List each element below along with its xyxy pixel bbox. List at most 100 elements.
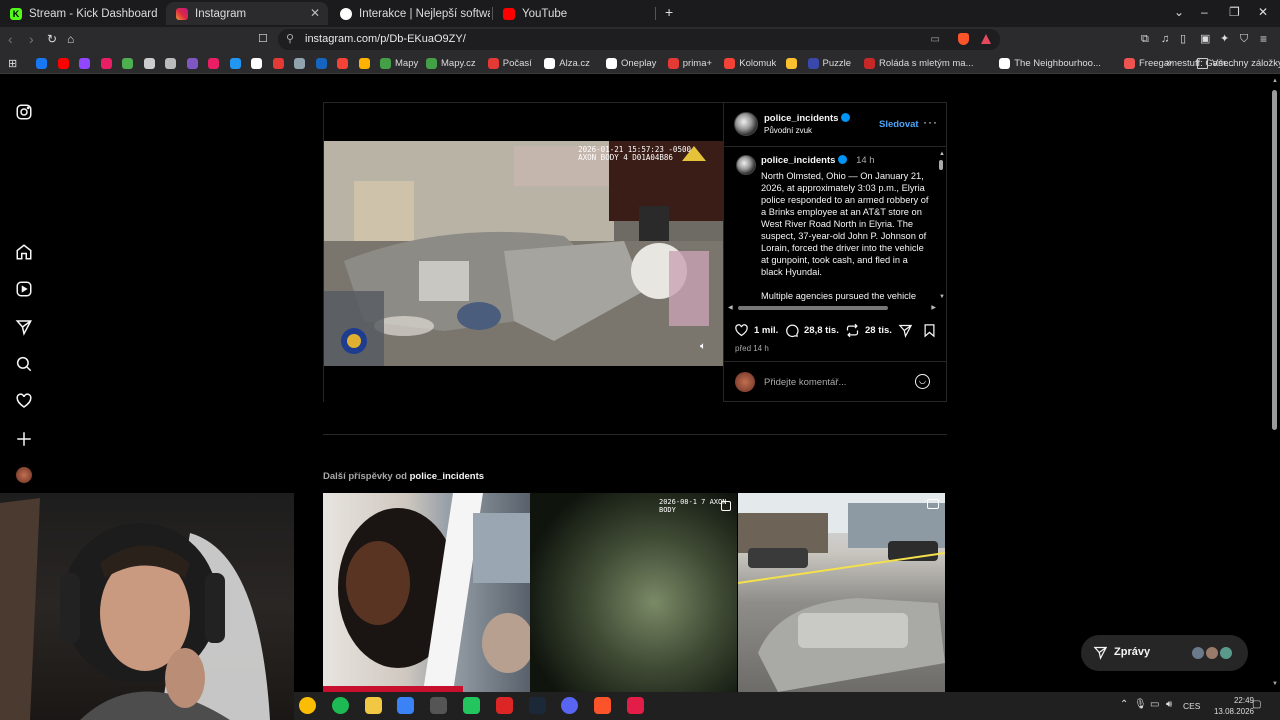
bookmark-item[interactable]: Puzzle [807,56,851,70]
app-g-taskbar-icon[interactable] [430,697,448,714]
bookmark-item[interactable]: Počasí [487,56,532,70]
app-green-taskbar-icon[interactable] [463,697,480,714]
scroll-up-icon[interactable]: ▲ [1272,78,1278,84]
tab-youtube[interactable]: YouTube [493,2,653,25]
bookmark-item[interactable] [272,56,288,70]
clock[interactable]: 22:49 13.08.2026 [1204,695,1254,717]
close-tab-icon[interactable]: ✕ [310,6,320,20]
scroll-right-icon[interactable]: ▶ [931,304,936,311]
reload-button[interactable]: ↻ [47,31,57,47]
bookmark-item[interactable]: Kolomuk [724,56,776,70]
new-tab-button[interactable]: + [665,4,673,20]
caption-avatar[interactable] [736,155,756,175]
profile-avatar[interactable] [16,467,32,483]
tab-instagram[interactable]: Instagram ✕ [166,2,328,25]
more-options-icon[interactable]: ··· [923,115,938,129]
bookmark-item[interactable] [786,56,801,70]
search-icon[interactable] [15,355,33,373]
share-button[interactable] [898,323,918,338]
caption-h-scrollbar[interactable]: ◀ ▶ [728,305,936,311]
emoji-icon[interactable]: ◡ [915,374,930,389]
sidebar-icon[interactable]: ▯ [1180,31,1186,47]
page-scrollbar[interactable]: ▲ ▼ [1269,75,1280,692]
bookmark-item[interactable] [337,56,352,70]
brave-rewards-icon[interactable] [981,34,991,44]
tab-kick[interactable]: K Stream - Kick Dashboard [0,2,165,25]
notifications-heart-icon[interactable] [15,392,33,410]
bookmark-item[interactable] [186,56,202,70]
all-bookmarks-folder[interactable]: Všechny záložky [1197,56,1280,70]
home-icon[interactable] [15,243,33,261]
close-window-button[interactable]: ✕ [1258,5,1268,19]
caption-author[interactable]: police_incidents 14 h [761,155,875,166]
brave-taskbar-icon[interactable] [594,697,612,714]
address-bar[interactable]: ⚲ instagram.com/p/Db-EKuaO9ZY/ ▭ [278,29,1000,50]
microphone-icon[interactable]: 🎙︎ [1134,699,1147,710]
maps-taskbar-icon[interactable] [627,697,644,714]
wallet-icon[interactable]: ▣ [1200,31,1210,47]
create-plus-icon[interactable] [15,430,33,448]
messages-icon[interactable] [15,318,33,336]
follow-button[interactable]: Sledovat [879,119,919,130]
more-bookmarks-icon[interactable]: » [1166,56,1172,70]
brave-shields-icon[interactable] [958,33,969,45]
leo-ai-icon[interactable]: ✦ [1220,31,1229,47]
comment-button[interactable]: 28,8 tis. [784,323,839,338]
forward-button[interactable]: › [29,31,34,47]
bookmark-item[interactable] [165,56,180,70]
bookmark-item[interactable] [79,56,94,70]
post-thumbnail[interactable] [738,493,945,692]
maximize-button[interactable]: ❐ [1229,5,1240,19]
repost-button[interactable]: 28 tis. [845,323,892,338]
post-thumbnail[interactable]: 2026-08-1 7 AXON BODY [530,493,737,692]
caption-username[interactable]: police_incidents [761,155,835,166]
notifications-icon[interactable]: ▢ [1252,699,1261,710]
vpn-icon[interactable]: ⛉ [1240,31,1248,47]
like-button[interactable]: 1 mil. [734,323,778,338]
bookmark-item[interactable]: The Neighbourhoo... [999,56,1101,70]
back-button[interactable]: ‹ [8,31,13,47]
messages-pill[interactable]: Zprávy [1081,635,1248,671]
bookmark-item[interactable] [208,56,223,70]
h-scroll-thumb[interactable] [738,306,888,310]
bookmark-item[interactable] [122,56,137,70]
bookmark-item[interactable] [36,56,51,70]
media-icon[interactable]: ♫ [1161,31,1169,47]
bookmark-item[interactable] [229,56,245,70]
site-info-icon[interactable]: ⚲ [286,29,294,50]
steam-taskbar-icon[interactable] [528,697,546,714]
instagram-logo-icon[interactable] [15,103,33,121]
extensions-icon[interactable]: ⧉ [1141,31,1149,47]
bookmark-item[interactable] [315,56,331,70]
bookmark-item[interactable]: Alza.cz [544,56,590,70]
bookmark-item[interactable]: Roláda s mletým ma... [864,56,974,70]
more-posts-user[interactable]: police_incidents [410,471,484,482]
bookmark-item[interactable] [358,56,374,70]
tray-overflow-icon[interactable]: ⌃ [1120,699,1128,710]
post-thumbnail[interactable] [323,493,530,692]
page-scroll-thumb[interactable] [1272,90,1277,430]
menu-icon[interactable]: ≡ [1260,31,1267,47]
minimize-button[interactable]: – [1201,5,1208,19]
audio-label[interactable]: Původní zvuk [764,126,812,135]
bookmark-item[interactable]: prima+ [667,56,712,70]
caption-scrollbar[interactable]: ▲ ▼ [937,151,945,301]
volume-icon[interactable]: 🔈︎ [700,341,706,352]
home-button[interactable]: ⌂ [67,31,74,47]
bookmark-item[interactable] [100,56,116,70]
scroll-down-icon[interactable]: ▼ [1272,681,1278,687]
apps-grid-icon[interactable]: ⊞ [8,56,17,70]
language-indicator[interactable]: CES [1183,701,1200,711]
save-button[interactable] [922,323,942,338]
volume-icon[interactable]: 🔊︎ [1166,699,1172,710]
scroll-thumb[interactable] [939,160,943,170]
bookmark-item[interactable]: Oneplay [606,56,656,70]
spotify-taskbar-icon[interactable] [331,697,349,714]
scroll-down-icon[interactable]: ▼ [939,294,945,300]
app-red-taskbar-icon[interactable] [495,697,513,714]
bookmark-page-icon[interactable]: ☐ [258,31,268,47]
bookmark-item[interactable]: Mapy.cz [426,56,476,70]
bookmark-item[interactable] [251,56,266,70]
comment-input[interactable]: Přidejte komentář... [764,377,846,388]
bookmark-item[interactable]: Mapy [380,56,418,70]
